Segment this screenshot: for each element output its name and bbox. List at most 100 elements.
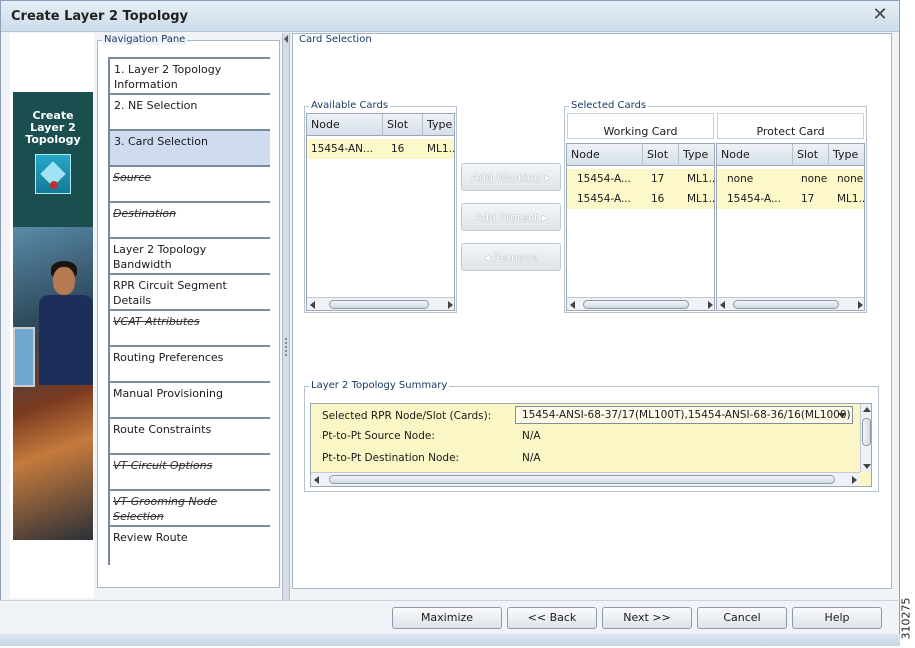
cell-node: 15454-AN... — [311, 143, 374, 155]
back-button[interactable]: << Back — [507, 607, 597, 629]
scroll-left-icon[interactable] — [570, 301, 575, 309]
nav-item-vt-grooming-node-selection: VT Grooming Node Selection — [110, 489, 270, 525]
navigation-pane-legend: Navigation Pane — [102, 34, 188, 45]
working-card-title: Working Card — [567, 113, 714, 139]
scroll-up-icon[interactable] — [863, 407, 871, 412]
scroll-left-icon[interactable] — [720, 301, 725, 309]
column-header-node[interactable]: Node — [717, 144, 793, 166]
remove-button[interactable]: ◂ Remove — [461, 243, 561, 271]
add-protect-button[interactable]: Add Protect ▸ — [461, 203, 561, 231]
summary-value: N/A — [522, 452, 541, 464]
scroll-right-icon[interactable] — [448, 301, 453, 309]
available-cards-legend: Available Cards — [309, 100, 391, 111]
cell-slot: 17 — [651, 173, 665, 185]
table-row[interactable]: 15454-AN... 16 ML1... — [307, 139, 455, 159]
cell-type: ML1... — [837, 193, 865, 205]
scroll-thumb[interactable] — [583, 300, 689, 309]
column-header-slot[interactable]: Slot — [383, 114, 423, 136]
column-header-type[interactable]: Type — [423, 114, 454, 136]
topology-logo-icon — [35, 154, 71, 194]
cell-node: 15454-A... — [577, 173, 631, 185]
title-bar: Create Layer 2 Topology ✕ — [1, 1, 899, 32]
summary-box: Selected RPR Node/Slot (Cards): 15454-AN… — [310, 403, 872, 487]
summary-row-source-node: Pt-to-Pt Source Node: N/A — [311, 426, 856, 448]
table-row[interactable]: 15454-A... 16 ML1... — [567, 189, 715, 209]
help-button[interactable]: Help — [792, 607, 882, 629]
cell-type: ML1... — [427, 143, 455, 155]
available-cards-header: Node Slot Type — [307, 114, 454, 136]
summary-value: N/A — [522, 430, 541, 442]
column-header-node[interactable]: Node — [567, 144, 643, 166]
cell-type: ML1... — [687, 193, 715, 205]
cancel-button[interactable]: Cancel — [697, 607, 787, 629]
scroll-thumb[interactable] — [329, 300, 429, 309]
summary-hscroll[interactable] — [311, 472, 860, 486]
cell-slot: none — [801, 173, 828, 185]
nav-item-manual-provisioning[interactable]: Manual Provisioning — [110, 381, 270, 417]
cell-node: none — [727, 173, 754, 185]
available-cards-hscroll[interactable] — [307, 297, 454, 310]
summary-vscroll[interactable] — [860, 404, 871, 472]
working-card-hscroll[interactable] — [567, 297, 714, 310]
working-card-header: Node Slot Type — [567, 144, 714, 166]
cell-type: ML1... — [687, 173, 715, 185]
nav-item-vcat-attributes: VCAT Attributes — [110, 309, 270, 345]
column-header-node[interactable]: Node — [307, 114, 383, 136]
scroll-left-icon[interactable] — [310, 301, 315, 309]
column-header-type[interactable]: Type — [829, 144, 864, 166]
scroll-thumb[interactable] — [862, 418, 871, 446]
column-header-slot[interactable]: Slot — [793, 144, 829, 166]
cell-slot: 16 — [391, 143, 405, 155]
nav-item-bandwidth[interactable]: Layer 2 Topology Bandwidth — [110, 237, 270, 273]
nav-item-source: Source — [110, 165, 270, 201]
close-icon[interactable]: ✕ — [870, 5, 890, 25]
splitter-grip-icon[interactable] — [285, 338, 287, 356]
scroll-thumb[interactable] — [329, 475, 835, 484]
scroll-left-icon[interactable] — [314, 476, 319, 484]
table-row[interactable]: none none none — [717, 169, 864, 189]
nav-item-card-selection[interactable]: 3. Card Selection — [110, 129, 270, 165]
nav-item-vt-circuit-options: VT Circuit Options — [110, 453, 270, 489]
protect-card-header: Node Slot Type — [717, 144, 864, 166]
summary-row-destination-node: Pt-to-Pt Destination Node: N/A — [311, 448, 856, 470]
nav-list: 1. Layer 2 Topology Information 2. NE Se… — [108, 57, 270, 565]
topology-summary-group: Layer 2 Topology Summary Selected RPR No… — [304, 380, 879, 492]
scroll-right-icon[interactable] — [858, 301, 863, 309]
window-title: Create Layer 2 Topology — [11, 9, 189, 24]
scroll-down-icon[interactable] — [863, 464, 871, 469]
column-header-slot[interactable]: Slot — [643, 144, 679, 166]
nav-item-layer2-topology-information[interactable]: 1. Layer 2 Topology Information — [110, 57, 270, 93]
protect-card-hscroll[interactable] — [717, 297, 864, 310]
summary-label: Pt-to-Pt Destination Node: — [322, 452, 460, 464]
cell-node: 15454-A... — [727, 193, 781, 205]
nav-item-route-constraints[interactable]: Route Constraints — [110, 417, 270, 453]
dropdown-arrow-icon[interactable] — [838, 413, 846, 418]
table-row[interactable]: 15454-A... 17 ML1... — [567, 169, 715, 189]
rpr-node-slot-select[interactable]: 15454-ANSI-68-37/17(ML100T),15454-ANSI-6… — [515, 406, 853, 424]
scroll-thumb[interactable] — [733, 300, 839, 309]
scroll-right-icon[interactable] — [852, 476, 857, 484]
pane-splitter[interactable] — [282, 33, 290, 600]
collapse-arrow-icon[interactable] — [284, 35, 288, 43]
next-button[interactable]: Next >> — [602, 607, 692, 629]
table-row[interactable]: 15454-A... 17 ML1... — [717, 189, 865, 209]
nav-item-routing-preferences[interactable]: Routing Preferences — [110, 345, 270, 381]
scroll-right-icon[interactable] — [708, 301, 713, 309]
working-card-table: Node Slot Type 15454-A... 17 ML1... 1545… — [566, 143, 715, 311]
maximize-button[interactable]: Maximize — [392, 607, 502, 629]
nav-item-ne-selection[interactable]: 2. NE Selection — [110, 93, 270, 129]
rpr-node-slot-value: 15454-ANSI-68-37/17(ML100T),15454-ANSI-6… — [522, 409, 851, 421]
nav-item-rpr-circuit-segment[interactable]: RPR Circuit Segment Details — [110, 273, 270, 309]
window-bottom-edge — [0, 634, 900, 646]
summary-row-rpr-node-slot: Selected RPR Node/Slot (Cards): 15454-AN… — [311, 404, 856, 426]
add-working-button[interactable]: Add Working ▸ — [461, 163, 561, 191]
summary-label: Selected RPR Node/Slot (Cards): — [322, 410, 492, 422]
navigation-pane: Navigation Pane 1. Layer 2 Topology Info… — [97, 34, 280, 588]
summary-label: Pt-to-Pt Source Node: — [322, 430, 435, 442]
nav-item-review-route[interactable]: Review Route — [110, 525, 270, 561]
protect-card-table: Node Slot Type none none none 15454-A...… — [716, 143, 865, 311]
banner-photo — [13, 227, 93, 540]
card-selection-legend: Card Selection — [297, 34, 374, 45]
column-header-type[interactable]: Type — [679, 144, 714, 166]
wizard-banner: Create Layer 2 Topology — [13, 92, 93, 540]
